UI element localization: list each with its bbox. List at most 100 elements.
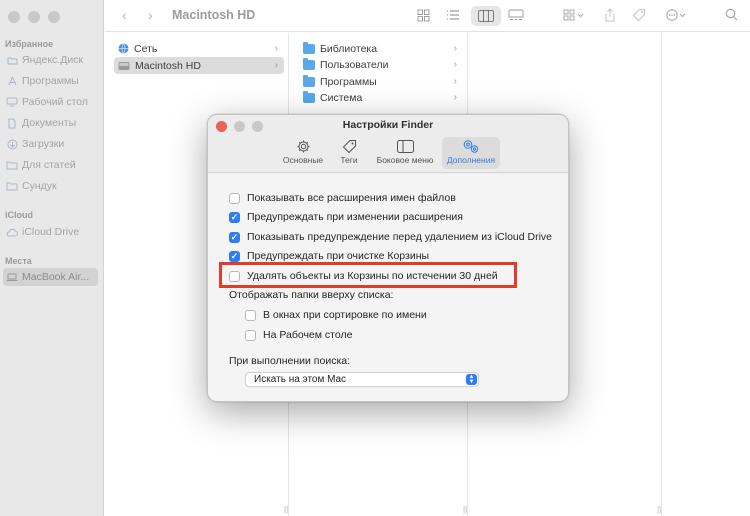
tab-advanced[interactable]: Дополнения [442, 137, 500, 169]
sidebar-icon [396, 137, 414, 155]
option-warn-extension-change[interactable]: Предупреждать при изменении расширения [229, 211, 463, 223]
list-item-network[interactable]: Сеть › [114, 40, 284, 57]
folders-top-windows-checkbox[interactable] [245, 309, 256, 321]
document-icon [6, 117, 18, 129]
column-resize-handle[interactable]: || [657, 505, 661, 514]
option-label: В окнах при сортировке по имени [263, 309, 427, 321]
gallery-icon [508, 9, 524, 20]
sidebar-item-documents[interactable]: Документы [6, 114, 76, 132]
dialog-title: Настройки Finder [342, 119, 434, 131]
search-scope-label: При выполнении поиска: [229, 355, 351, 367]
list-item-label: Macintosh HD [135, 59, 201, 72]
folder-icon [303, 90, 315, 103]
option-folders-top-desktop[interactable]: На Рабочем столе [245, 329, 352, 341]
list-item-users[interactable]: Пользователи › [303, 56, 463, 73]
ellipsis-circle-icon [666, 9, 686, 21]
group-button[interactable] [563, 9, 585, 21]
tab-label: Боковое меню [376, 155, 434, 165]
sidebar-item-label: Яндекс.Диск [22, 54, 84, 66]
zoom-button[interactable] [48, 11, 60, 23]
list-icon [447, 10, 459, 20]
sidebar-item-desktop[interactable]: Рабочий стол [6, 93, 88, 111]
forward-button[interactable]: › [148, 7, 153, 23]
list-item-macintosh-hd[interactable]: Macintosh HD › [114, 57, 284, 74]
folder-icon [303, 41, 315, 54]
sidebar-item-label: Для статей [22, 159, 76, 171]
sidebar-item-icloud-drive[interactable]: iCloud Drive [6, 223, 79, 241]
action-button[interactable] [666, 9, 688, 21]
option-folders-top-windows[interactable]: В окнах при сортировке по имени [245, 309, 427, 321]
tab-sidebar[interactable]: Боковое меню [371, 137, 439, 169]
gear-icon [296, 137, 311, 155]
sidebar-item-macbook-air[interactable]: MacBook Air... [3, 268, 98, 286]
folders-top-desktop-checkbox[interactable] [245, 329, 256, 341]
tab-general[interactable]: Основные [280, 137, 326, 169]
search-button[interactable] [725, 8, 738, 21]
tags-button[interactable] [632, 8, 646, 22]
laptop-icon [6, 271, 18, 283]
sidebar-item-for-articles[interactable]: Для статей [6, 156, 76, 174]
option-show-extensions[interactable]: Показывать все расширения имен файлов [229, 192, 456, 204]
show-extensions-checkbox[interactable] [229, 192, 240, 204]
gears-icon [462, 137, 480, 155]
sidebar-section-places: Места [5, 256, 32, 266]
applications-icon [6, 75, 18, 87]
toolbar: ‹ › Macintosh HD [105, 0, 750, 32]
folder-icon [303, 74, 315, 87]
option-label: На Рабочем столе [263, 329, 353, 341]
sidebar-item-chest[interactable]: Сундук [6, 177, 57, 195]
up-down-chevron-icon: ▲ ▼ [466, 374, 477, 385]
sidebar-item-label: Сундук [22, 180, 57, 192]
sidebar-item-label: MacBook Air... [22, 271, 90, 283]
chevron-right-icon: › [453, 59, 457, 70]
option-warn-empty-trash[interactable]: Предупреждать при очистке Корзины [229, 250, 429, 262]
folder-icon [6, 180, 18, 192]
search-scope-select[interactable]: Искать на этом Mac ▲ ▼ [245, 372, 479, 387]
warn-empty-trash-checkbox[interactable] [229, 250, 240, 262]
list-item-label: Система [320, 91, 363, 104]
option-label: Показывать все расширения имен файлов [247, 192, 456, 204]
tab-label: Дополнения [446, 155, 496, 165]
list-view-button[interactable] [446, 9, 460, 21]
group-grid-icon [563, 9, 584, 21]
chevron-left-icon: ‹ [122, 7, 127, 23]
list-item-applications[interactable]: Программы › [303, 73, 463, 90]
warn-icloud-removal-checkbox[interactable] [229, 231, 240, 243]
sidebar-item-applications[interactable]: Программы [6, 72, 79, 90]
chevron-right-icon: › [453, 76, 457, 87]
minimize-button[interactable] [28, 11, 40, 23]
list-item-library[interactable]: Библиотека › [303, 40, 463, 57]
option-warn-icloud-removal[interactable]: Показывать предупреждение перед удаление… [229, 231, 552, 243]
folder-icon [6, 159, 18, 171]
option-label: Предупреждать при изменении расширения [247, 211, 463, 223]
option-label: Показывать предупреждение перед удаление… [247, 231, 553, 243]
column-view-button[interactable] [471, 6, 501, 26]
finder-window: Избранное Яндекс.Диск Программы Рабочий … [0, 0, 750, 516]
column-resize-handle[interactable]: || [463, 505, 467, 514]
icon-view-button[interactable] [417, 9, 430, 22]
warn-extension-change-checkbox[interactable] [229, 211, 240, 223]
back-button[interactable]: ‹ [122, 7, 127, 23]
share-button[interactable] [604, 8, 616, 22]
close-button[interactable] [8, 11, 20, 23]
chevron-right-icon: › [148, 7, 153, 23]
gallery-view-button[interactable] [508, 9, 524, 21]
window-title: Macintosh HD [172, 8, 256, 22]
network-globe-icon [118, 43, 129, 54]
list-item-label: Программы [320, 75, 377, 88]
tab-label: Теги [340, 155, 358, 165]
chevron-right-icon: › [274, 43, 278, 54]
list-item-system[interactable]: Система › [303, 89, 463, 106]
sidebar-item-label: Рабочий стол [22, 96, 88, 108]
tab-tags[interactable]: Теги [334, 137, 364, 169]
folder-icon [303, 57, 315, 70]
sidebar-item-label: Документы [22, 117, 77, 129]
sidebar-item-yandex-disk[interactable]: Яндекс.Диск [6, 51, 83, 69]
column-resize-handle[interactable]: || [284, 505, 288, 514]
yandex-disk-icon [6, 54, 18, 66]
sidebar-item-label: Программы [22, 75, 79, 87]
highlight-box [219, 262, 517, 288]
sidebar: Избранное Яндекс.Диск Программы Рабочий … [0, 0, 104, 516]
sidebar-item-downloads[interactable]: Загрузки [6, 135, 64, 153]
option-label: Предупреждать при очистке Корзины [247, 250, 430, 262]
